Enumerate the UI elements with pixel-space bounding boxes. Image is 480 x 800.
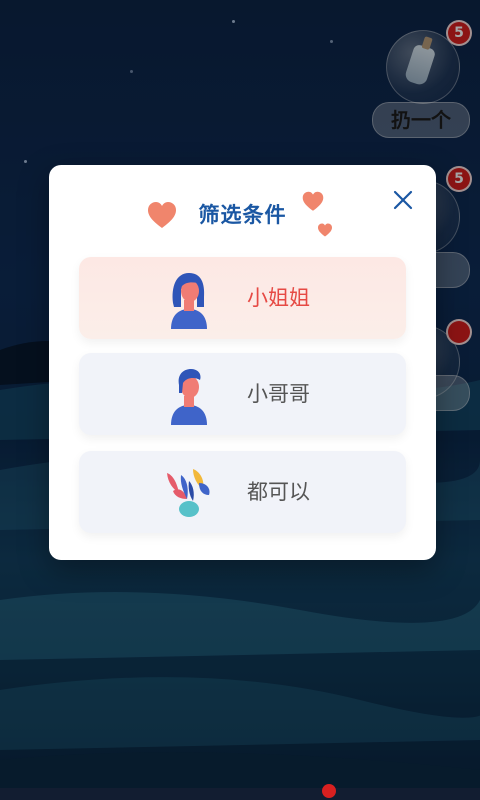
option-female[interactable]: 小姐姐 [79,257,406,339]
notification-dot [322,784,336,798]
option-any[interactable]: 都可以 [79,451,406,533]
option-label: 小姐姐 [247,286,310,310]
female-avatar-icon [171,273,207,329]
bottom-bar [0,784,480,800]
male-avatar-icon [171,369,207,425]
option-label: 小哥哥 [247,382,310,406]
flower-vase-icon [167,469,210,517]
modal-title: 筛选条件 [198,203,287,227]
close-icon[interactable] [390,187,416,213]
option-male[interactable]: 小哥哥 [79,353,406,435]
option-label: 都可以 [247,480,310,504]
filter-modal: 筛选条件 小姐姐 小哥哥 都可以 [49,165,436,560]
